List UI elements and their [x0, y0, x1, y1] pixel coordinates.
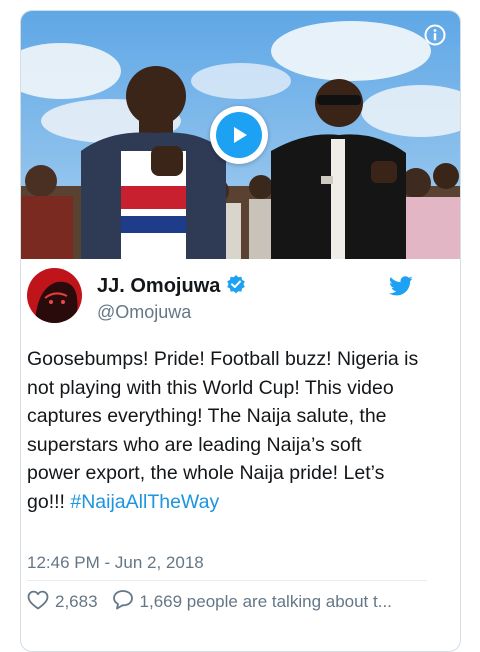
tweet-header: JJ. Omojuwa @Omojuwa — [27, 268, 417, 328]
avatar[interactable] — [27, 268, 82, 323]
author-name-row: JJ. Omojuwa — [97, 274, 246, 299]
verified-badge-icon — [226, 274, 246, 299]
talking-count: 1,669 people are talking about t... — [139, 592, 392, 611]
play-icon — [216, 112, 262, 158]
info-icon[interactable] — [424, 24, 446, 46]
tweet-body: Goosebumps! Pride! Football buzz! Nigeri… — [27, 348, 419, 513]
tweet-actions: 2,683 1,669 people are talking about t..… — [27, 589, 392, 615]
video-thumbnail[interactable] — [21, 11, 460, 259]
play-button[interactable] — [210, 106, 268, 164]
like-count: 2,683 — [55, 592, 98, 611]
author-name[interactable]: JJ. Omojuwa — [97, 275, 220, 298]
divider — [27, 580, 427, 581]
talking-button[interactable]: 1,669 people are talking about t... — [112, 589, 392, 615]
tweet-text-block: Goosebumps! Pride! Football buzz! Nigeri… — [27, 345, 419, 516]
author-handle[interactable]: @Omojuwa — [97, 302, 191, 323]
heart-icon — [27, 590, 49, 615]
twitter-bird-icon[interactable] — [389, 276, 413, 301]
hashtag-link[interactable]: #NaijaAllTheWay — [70, 491, 219, 513]
like-button[interactable]: 2,683 — [27, 590, 98, 615]
tweet-timestamp[interactable]: 12:46 PM - Jun 2, 2018 — [27, 553, 204, 573]
comment-icon — [112, 589, 134, 615]
